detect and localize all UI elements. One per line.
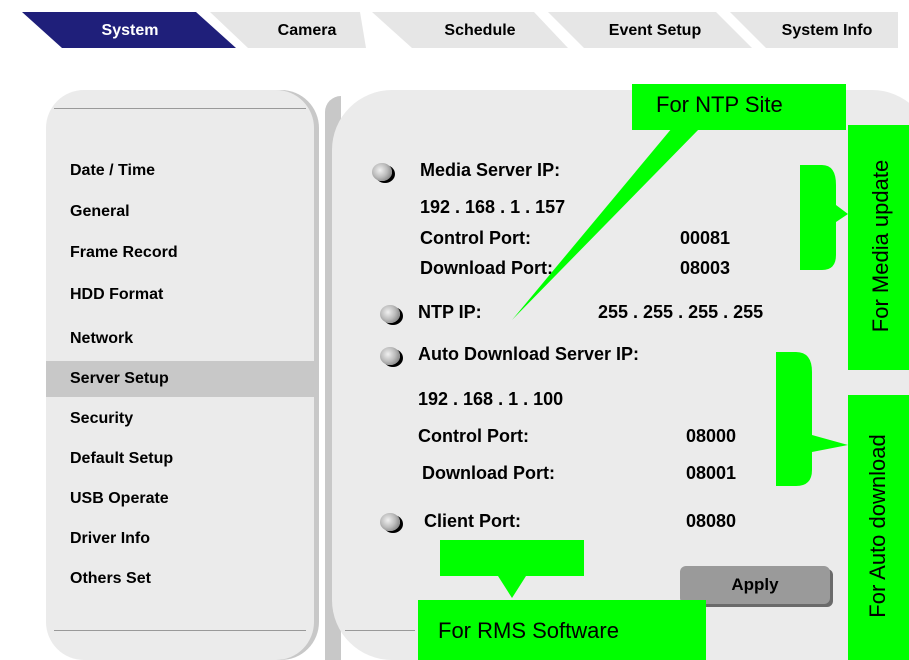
callout-media-update-text: For Media update: [868, 159, 893, 333]
rms-bracket: [440, 540, 584, 598]
ntp-callout-pointer: [512, 128, 700, 320]
callout-auto-download: For Auto download: [848, 395, 909, 660]
callout-ntp-site-text: For NTP Site: [656, 92, 783, 117]
auto-download-bracket: [776, 352, 848, 486]
callout-rms-software: For RMS Software: [418, 600, 706, 660]
callout-rms-software-text: For RMS Software: [438, 618, 619, 643]
callout-ntp-site: For NTP Site: [632, 84, 846, 130]
media-update-bracket: [800, 165, 848, 270]
callout-media-update: For Media update: [848, 125, 909, 370]
callout-auto-download-text: For Auto download: [865, 434, 890, 618]
